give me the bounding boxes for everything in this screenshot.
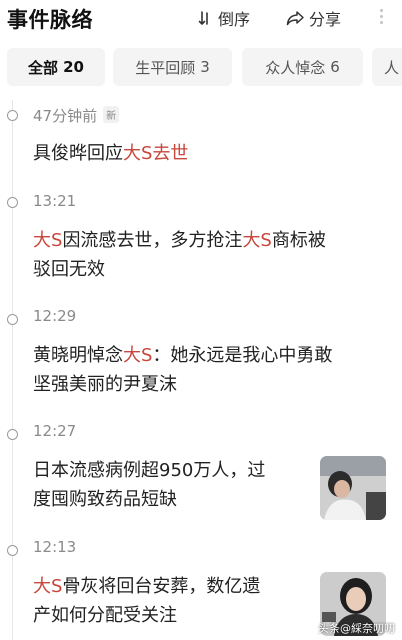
headline-line: 坚强美丽的尹夏沫 xyxy=(33,374,177,395)
timeline-dot xyxy=(7,314,18,325)
headline-highlight: 大S xyxy=(123,345,153,366)
sort-button[interactable]: 倒序 xyxy=(198,6,250,30)
tab-partial[interactable]: 人 xyxy=(372,48,402,86)
share-button[interactable]: 分享 xyxy=(286,6,341,30)
sort-label: 倒序 xyxy=(218,10,251,29)
headline-text: ：她永远是我心中勇敢 xyxy=(152,345,333,366)
tab-mourning[interactable]: 众人悼念 6 xyxy=(242,48,363,86)
headline-line: 大S因流感去世，多方抢注大S商标被 xyxy=(33,226,326,255)
share-icon xyxy=(286,11,304,26)
timeline-event[interactable]: 12:27 日本流感病例超950万人，过 度囤购致药品短缺 xyxy=(0,422,402,542)
timeline-dot xyxy=(7,429,18,440)
event-time: 12:27 xyxy=(33,422,77,440)
timeline-dot xyxy=(7,110,18,121)
watermark: 头条@綵奈叨叨 xyxy=(318,622,395,635)
timeline-dot xyxy=(7,545,18,556)
headline-line: 度囤购致药品短缺 xyxy=(33,489,177,510)
headline-highlight: 去世 xyxy=(152,143,189,164)
header: 事件脉络 倒序 分享 xyxy=(0,0,402,40)
tab-label: 众人悼念 xyxy=(265,58,326,77)
page-title: 事件脉络 xyxy=(7,8,93,32)
event-headline: 黄晓明悼念大S：她永远是我心中勇敢 坚强美丽的尹夏沫 xyxy=(33,341,332,399)
sort-icon xyxy=(198,11,208,25)
share-label: 分享 xyxy=(309,10,342,29)
headline-line: 黄晓明悼念大S：她永远是我心中勇敢 xyxy=(33,341,332,370)
headline-text: 具俊晔回应 xyxy=(33,143,123,164)
headline-highlight: 大S xyxy=(242,230,272,251)
more-icon[interactable] xyxy=(374,9,388,27)
headline-text: ，多方抢注 xyxy=(152,230,243,251)
event-headline: 大S因流感去世，多方抢注大S商标被 驳回无效 xyxy=(33,226,326,284)
thumbnail-image xyxy=(320,456,386,520)
new-badge: 新 xyxy=(103,106,120,123)
headline-text: 因流感 xyxy=(62,230,117,251)
headline-text: 黄晓明悼念 xyxy=(33,345,123,366)
tab-label: 生平回顾 xyxy=(135,58,196,77)
headline-text: 商标被 xyxy=(271,230,326,251)
news-thumbnail[interactable] xyxy=(320,456,386,520)
headline-highlight: 大S xyxy=(33,576,63,597)
event-time: 12:29 xyxy=(33,307,77,325)
event-time: 12:13 xyxy=(33,538,77,556)
event-time-text: 47分钟前 xyxy=(33,107,98,125)
headline-line: 大S骨灰将回台安葬，数亿遗 xyxy=(33,572,260,601)
event-headline: 具俊晔回应大S去世 xyxy=(33,139,188,168)
timeline-event[interactable]: 12:29 黄晓明悼念大S：她永远是我心中勇敢 坚强美丽的尹夏沫 xyxy=(0,307,402,427)
tab-count: 3 xyxy=(200,58,210,76)
tab-life-review[interactable]: 生平回顾 3 xyxy=(113,48,232,86)
tab-count: 6 xyxy=(330,58,340,76)
tab-bar: 全部 20 生平回顾 3 众人悼念 6 人 xyxy=(0,48,402,88)
event-time: 13:21 xyxy=(33,192,77,210)
tab-label: 全部 xyxy=(28,58,59,77)
tab-label: 人 xyxy=(384,58,400,77)
headline-text: 骨灰将回台安葬，数亿遗 xyxy=(62,576,261,597)
tab-count: 20 xyxy=(63,58,84,76)
timeline-dot xyxy=(7,197,18,208)
headline-text: 去世 xyxy=(116,230,153,251)
event-time: 47分钟前新 xyxy=(33,105,120,126)
timeline-event[interactable]: 13:21 大S因流感去世，多方抢注大S商标被 驳回无效 xyxy=(0,190,402,310)
headline-line: 产如何分配受关注 xyxy=(33,605,177,626)
headline-highlight: 大S xyxy=(123,143,153,164)
timeline-event[interactable]: 47分钟前新 具俊晔回应大S去世 xyxy=(0,100,402,170)
headline-highlight: 大S xyxy=(33,230,63,251)
headline-line: 日本流感病例超950万人，过 xyxy=(33,460,266,481)
event-headline: 大S骨灰将回台安葬，数亿遗 产如何分配受关注 xyxy=(33,572,260,630)
tab-all[interactable]: 全部 20 xyxy=(7,48,105,86)
headline-line: 驳回无效 xyxy=(33,259,105,280)
event-timeline: 47分钟前新 具俊晔回应大S去世 13:21 大S因流感去世，多方抢注大S商标被… xyxy=(0,100,402,640)
event-headline: 日本流感病例超950万人，过 度囤购致药品短缺 xyxy=(33,456,265,514)
